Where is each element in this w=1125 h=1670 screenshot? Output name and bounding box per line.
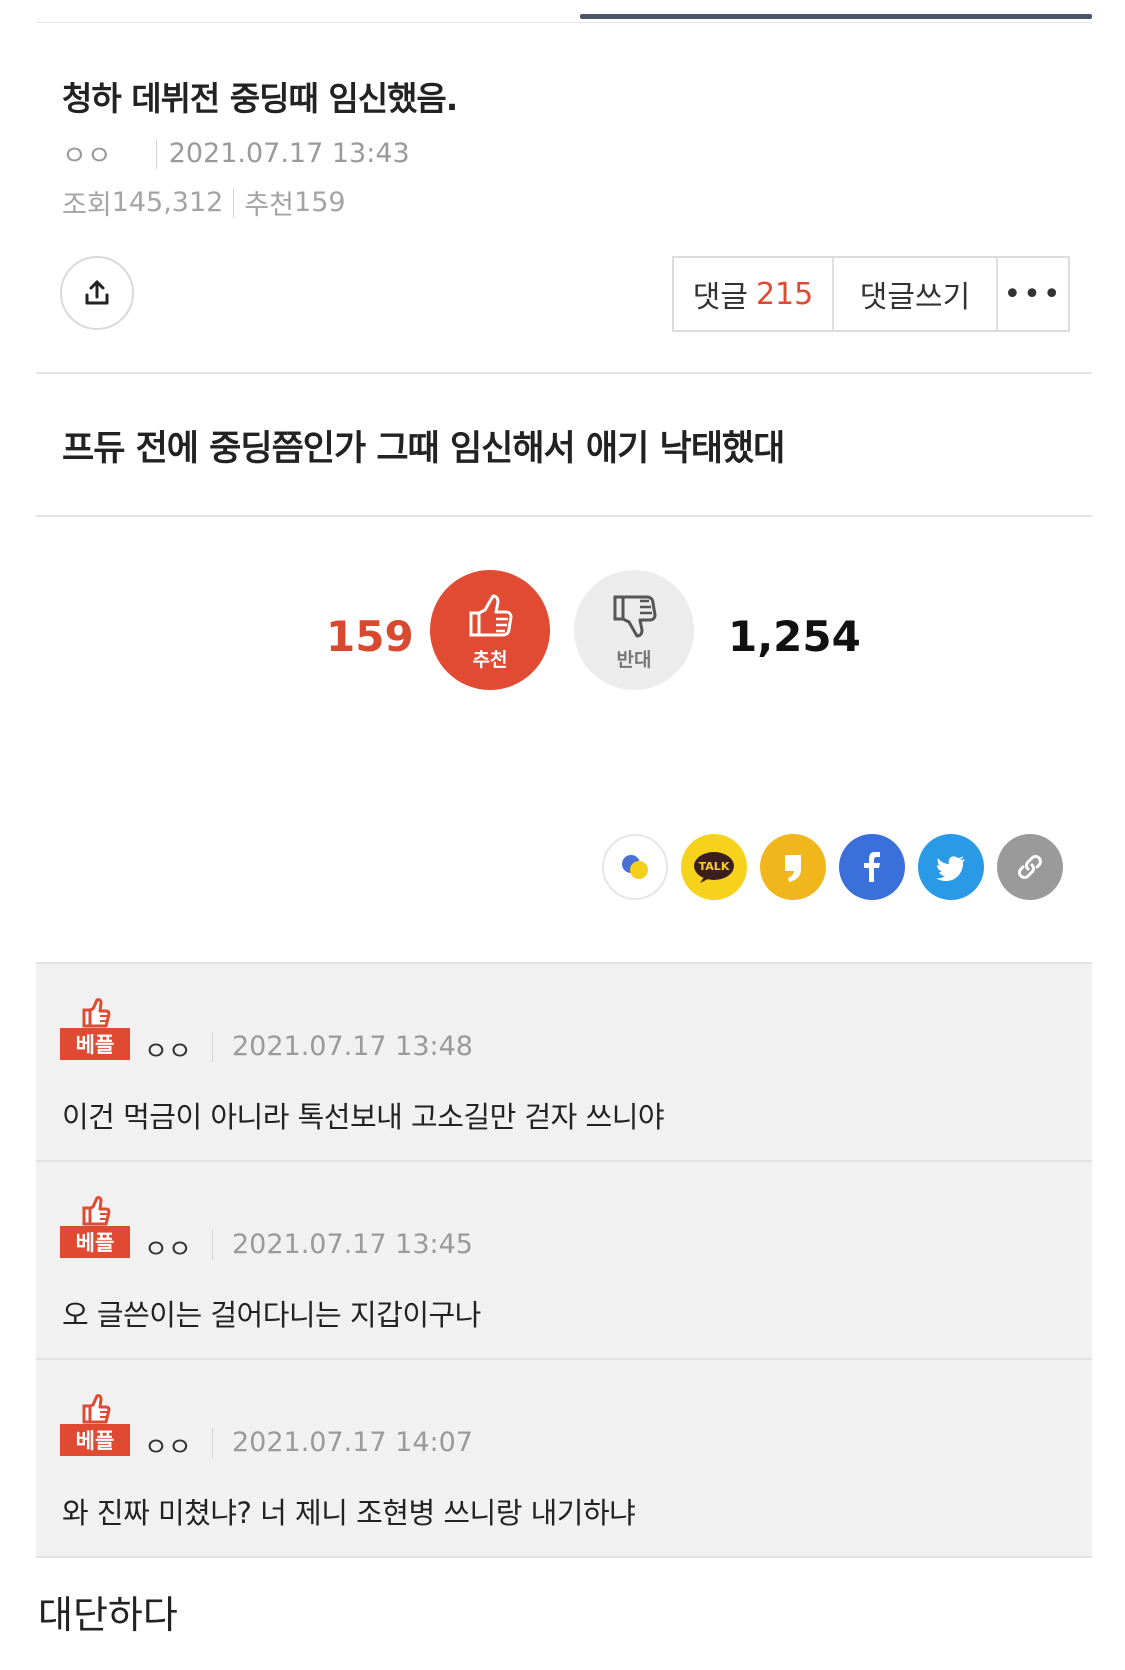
comment-text: 와 진짜 미쳤냐? 너 제니 조현병 쓰니랑 내기하냐 — [62, 1496, 636, 1530]
downvote-count: 1,254 — [728, 612, 861, 661]
comment-author[interactable]: ㅇㅇ — [144, 1031, 192, 1068]
thumbs-down-icon — [613, 595, 657, 637]
comment-datetime: 2021.07.17 13:48 — [232, 1031, 473, 1062]
link-icon[interactable] — [997, 834, 1063, 900]
post-meta: ㅇㅇ 2021.07.17 13:43 — [62, 134, 457, 173]
meta-separator — [212, 1230, 213, 1260]
downvote-label: 반대 — [616, 648, 652, 671]
divider — [36, 372, 1092, 374]
comment-text: 오 글쓴이는 걸어다니는 지갑이구나 — [62, 1298, 481, 1332]
kakaotalk-icon[interactable]: TALK — [681, 834, 747, 900]
share-button[interactable] — [60, 256, 134, 330]
thumbs-up-icon — [469, 594, 513, 636]
best-comment-badge: 베플 — [60, 996, 130, 1062]
share-sns-bar: TALK — [602, 834, 1063, 900]
comment-datetime: 2021.07.17 14:07 — [232, 1427, 473, 1458]
comments-label: 댓글 — [692, 280, 748, 315]
talk-text: TALK — [699, 860, 730, 873]
best-label: 베플 — [60, 1028, 130, 1060]
views-label: 조회 — [62, 190, 112, 221]
best-comment-badge: 베플 — [60, 1392, 130, 1458]
comment-text: 이건 먹금이 아니라 톡선보내 고소길만 걷자 쓰니야 — [62, 1100, 665, 1134]
post-datetime: 2021.07.17 13:43 — [168, 138, 410, 169]
comment-item: 베플 ㅇㅇ 2021.07.17 13:45 오 글쓴이는 걸어다니는 지갑이구… — [36, 1160, 1092, 1358]
divider — [36, 22, 1092, 23]
divider — [36, 515, 1092, 517]
more-button[interactable]: ••• — [998, 258, 1068, 330]
comment-author[interactable]: ㅇㅇ — [144, 1427, 192, 1464]
upvote-button[interactable]: 추천 — [430, 570, 550, 690]
thumbs-up-icon — [82, 1196, 111, 1226]
comment-datetime: 2021.07.17 13:45 — [232, 1229, 473, 1260]
best-label: 베플 — [60, 1226, 130, 1258]
facebook-icon[interactable] — [839, 834, 905, 900]
meta-separator — [212, 1428, 213, 1458]
twitter-icon[interactable] — [918, 834, 984, 900]
likes-count: 159 — [294, 187, 346, 218]
views-count: 145,312 — [111, 187, 224, 218]
thumbs-up-icon — [82, 998, 111, 1028]
post-title: 청하 데뷔전 중딩때 임신했음. — [62, 79, 458, 118]
upvote-count: 159 — [326, 612, 414, 661]
comment-item: 베플 ㅇㅇ 2021.07.17 14:07 와 진짜 미쳤냐? 너 제니 조현… — [36, 1358, 1092, 1558]
post-stats: 조회 145,312 추천 159 — [62, 183, 457, 222]
downvote-button[interactable]: 반대 — [574, 570, 694, 690]
meta-separator — [212, 1032, 213, 1062]
post-author[interactable]: ㅇㅇ — [62, 134, 112, 173]
share-icon — [85, 280, 109, 305]
comments-count: 215 — [755, 276, 814, 312]
best-label: 베플 — [60, 1424, 130, 1456]
write-comment-button[interactable]: 댓글쓰기 — [834, 258, 998, 330]
meta-separator — [155, 138, 157, 169]
post-body: 프듀 전에 중딩쯤인가 그때 임신해서 애기 낙태했대 — [62, 429, 785, 469]
caption-text: 대단하다 — [38, 1593, 178, 1637]
scroll-indicator — [580, 14, 1092, 19]
best-comments: 베플 ㅇㅇ 2021.07.17 13:48 이건 먹금이 아니라 톡선보내 고… — [36, 962, 1092, 1558]
comment-author[interactable]: ㅇㅇ — [144, 1229, 192, 1266]
post-actions: 댓글 215 댓글쓰기 ••• — [672, 256, 1070, 332]
likes-label: 추천 — [244, 190, 295, 221]
kakao-story-icon[interactable] — [602, 834, 668, 900]
comment-item: 베플 ㅇㅇ 2021.07.17 13:48 이건 먹금이 아니라 톡선보내 고… — [36, 962, 1092, 1160]
kakao-page-icon[interactable] — [760, 834, 826, 900]
upvote-label: 추천 — [472, 648, 508, 671]
thumbs-up-icon — [82, 1394, 111, 1424]
comments-button[interactable]: 댓글 215 — [674, 258, 834, 330]
meta-separator — [233, 187, 235, 218]
post-header: 청하 데뷔전 중딩때 임신했음. ㅇㅇ 2021.07.17 13:43 조회 … — [62, 72, 458, 222]
best-comment-badge: 베플 — [60, 1194, 130, 1260]
